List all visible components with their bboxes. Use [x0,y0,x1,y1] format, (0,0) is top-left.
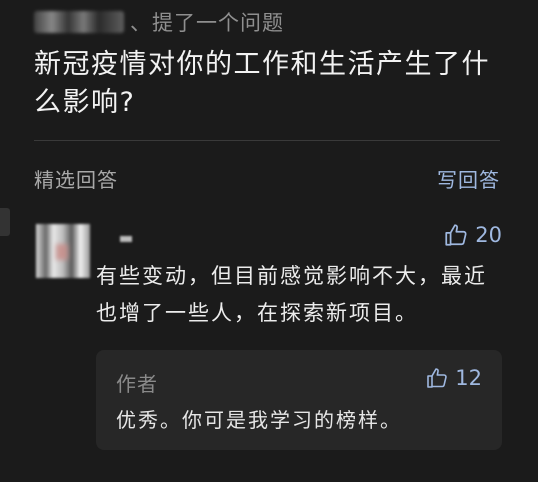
question-title[interactable]: 新冠疫情对你的工作和生活产生了什么影响? [34,46,504,122]
featured-answers-label: 精选回答 [34,168,118,192]
thumbs-up-icon [443,222,469,248]
avatar[interactable] [36,224,90,278]
divider [34,140,500,141]
asker-action-text: 、提了一个问题 [130,11,284,35]
reply-like-count: 12 [455,366,482,390]
write-answer-button[interactable]: 写回答 [437,164,500,193]
left-edge-tab [0,208,10,236]
answer-like-count: 20 [475,223,502,247]
answerer-name-blurred[interactable] [120,236,132,242]
asker-name-blurred[interactable] [34,11,124,33]
answer-like-button[interactable]: 20 [443,222,502,248]
answer-text[interactable]: 有些变动，但目前感觉影响不大，最近也增了一些人，在探索新项目。 [96,258,506,332]
asker-row: 、提了一个问题 [34,8,284,36]
thumbs-up-icon [425,366,449,390]
reply-like-button[interactable]: 12 [425,366,482,390]
answers-section-header: 精选回答 写回答 [34,164,500,193]
reply-author-label: 作者 [116,372,158,396]
author-reply[interactable]: 作者 12 优秀。你可是我学习的榜样。 [96,350,502,450]
reply-text: 优秀。你可是我学习的榜样。 [116,408,402,432]
